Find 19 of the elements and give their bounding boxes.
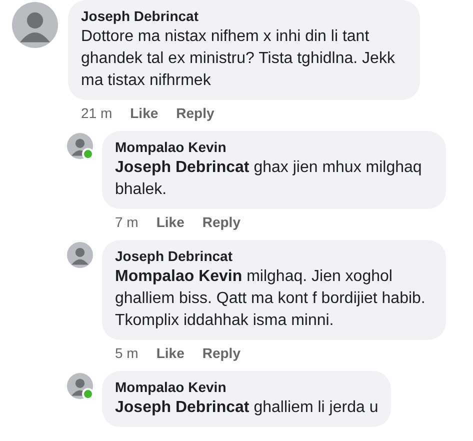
author-name[interactable]: Mompalao Kevin xyxy=(115,378,378,396)
like-link[interactable]: Like xyxy=(156,214,184,230)
avatar[interactable] xyxy=(12,2,58,48)
reply-link[interactable]: Reply xyxy=(176,105,214,121)
author-name[interactable]: Mompalao Kevin xyxy=(115,138,433,156)
author-name[interactable]: Joseph Debrincat xyxy=(81,7,407,25)
comment-time: 5 m xyxy=(115,345,138,361)
like-link[interactable]: Like xyxy=(130,105,158,121)
reply-link[interactable]: Reply xyxy=(202,214,240,230)
comment-text: Dottore ma nistax nifhem x inhi din li tant ghandek tal ex ministru? Tista tghidlna. Jekk ma tistax nifhrmek xyxy=(81,27,396,91)
like-link[interactable]: Like xyxy=(156,345,184,361)
reply-link[interactable]: Reply xyxy=(202,345,240,361)
comment-time: 7 m xyxy=(115,214,138,230)
author-name[interactable]: Joseph Debrincat xyxy=(115,247,433,265)
comment-text: Joseph Debrincat ghalliem li jerda u xyxy=(115,398,378,418)
comment-text: Mompalao Kevin milghaq. Jien xoghol ghalliem biss. Qatt ma kont f bordijiet habib. Tkomplix iddahhak isma minni. xyxy=(115,267,426,331)
comment-time: 21 m xyxy=(81,105,112,121)
avatar[interactable] xyxy=(67,242,93,268)
comment-text: Joseph Debrincat ghax jien mhux milghaq bhalek. xyxy=(115,158,423,200)
